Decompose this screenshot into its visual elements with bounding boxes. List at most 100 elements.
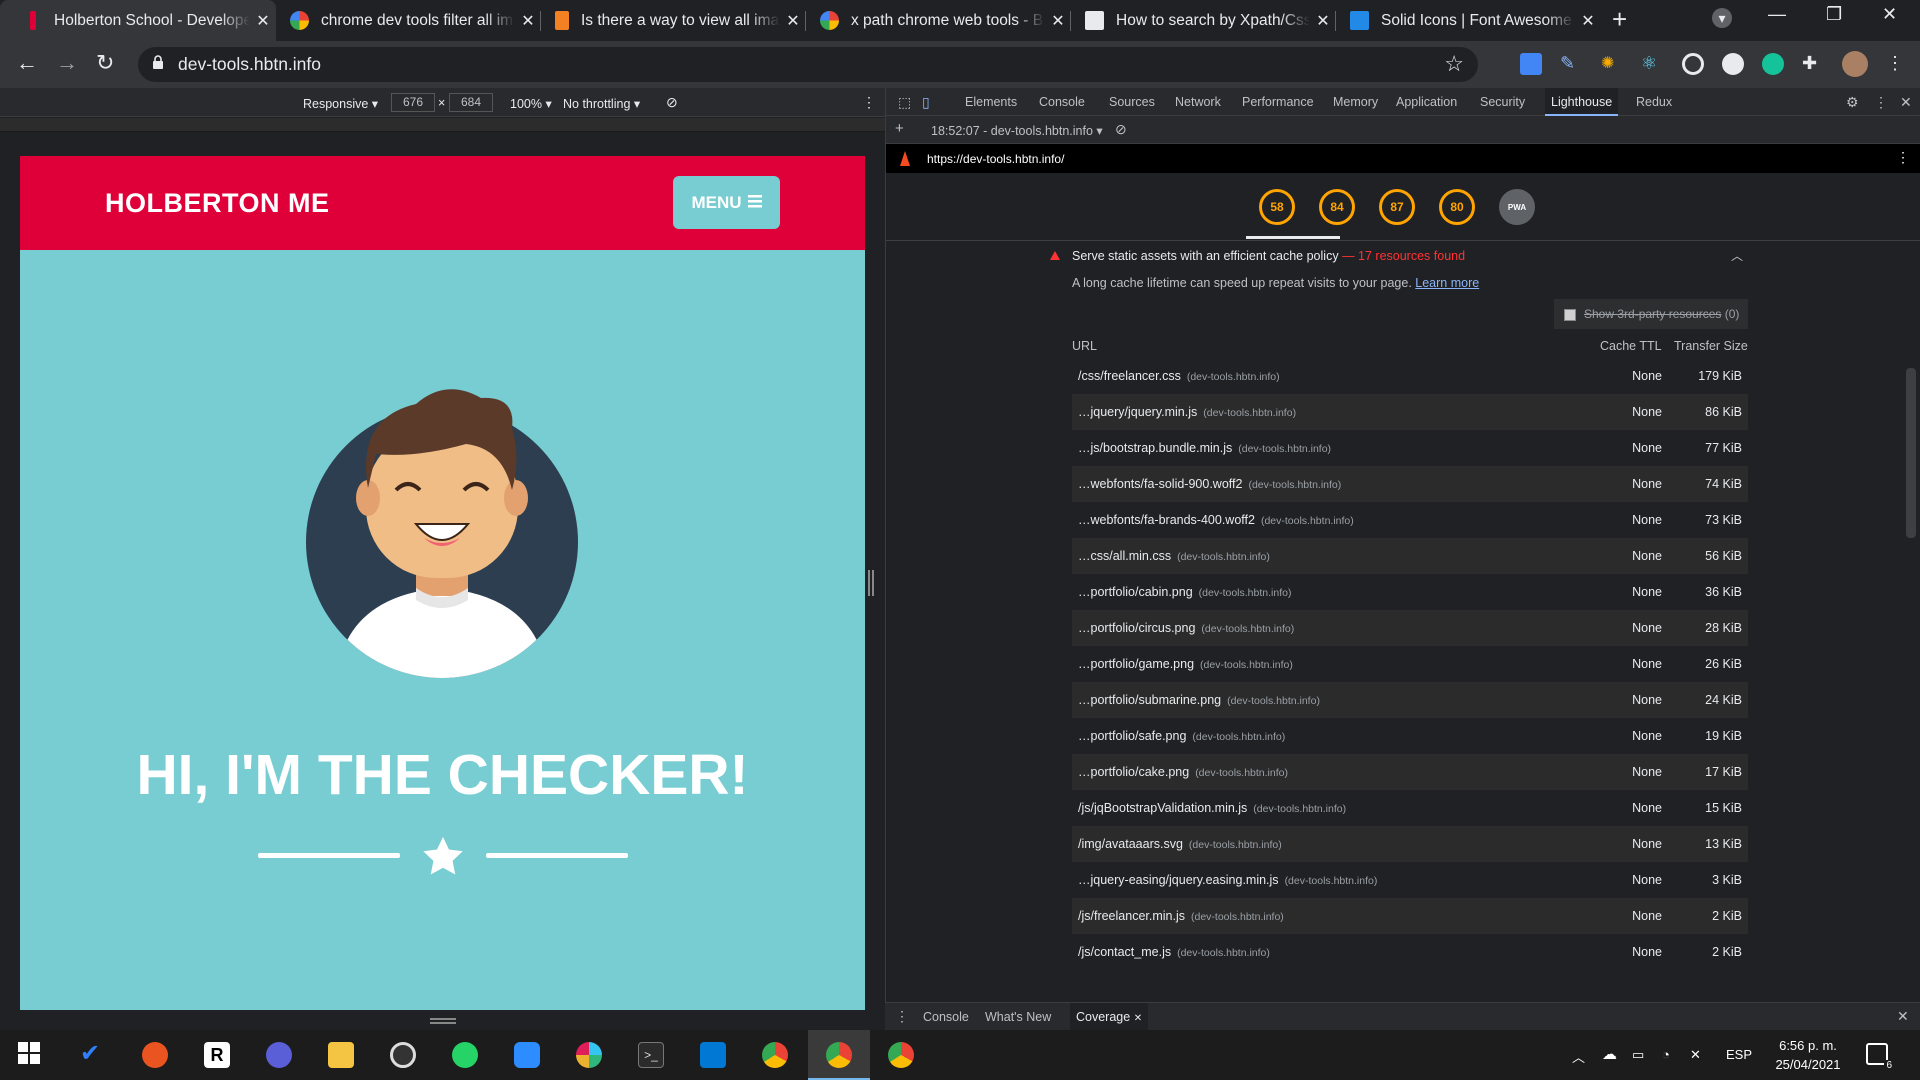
chevron-up-icon[interactable]: ︿ bbox=[1731, 247, 1743, 264]
best-practices-score-gauge[interactable]: 87 bbox=[1379, 189, 1415, 225]
rotate-icon[interactable]: ⊘ bbox=[666, 94, 678, 111]
viewport-resize-handle[interactable] bbox=[868, 570, 874, 596]
todo-check-icon[interactable]: ✔ bbox=[80, 1039, 106, 1067]
rstudio-icon[interactable]: R bbox=[204, 1042, 230, 1068]
reload-icon[interactable]: ↻ bbox=[96, 50, 114, 76]
third-party-filter[interactable]: Show 3rd-party resources (0) bbox=[1554, 299, 1748, 329]
inspect-element-icon[interactable]: ⬚ bbox=[892, 88, 917, 116]
tab-sources[interactable]: Sources bbox=[1103, 88, 1161, 116]
close-window-icon[interactable]: ✕ bbox=[1882, 4, 1897, 25]
report-url[interactable]: https://dev-tools.hbtn.info/ bbox=[927, 152, 1064, 166]
obs-icon[interactable] bbox=[390, 1042, 416, 1068]
tab-console[interactable]: Console bbox=[1033, 88, 1091, 116]
restore-icon[interactable]: ❐ bbox=[1826, 4, 1842, 25]
close-tab-icon[interactable]: ✕ bbox=[780, 11, 806, 31]
tab-font-awesome[interactable]: Solid Icons | Font Awesome ✕ bbox=[1336, 0, 1601, 41]
settings-gear-icon[interactable]: ⚙ bbox=[1840, 88, 1865, 116]
notification-center-icon[interactable]: 6 bbox=[1866, 1043, 1894, 1071]
volume-muted-icon[interactable]: ✕ bbox=[1690, 1047, 1701, 1063]
viewport-width-input[interactable]: 676 bbox=[391, 93, 435, 112]
onedrive-cloud-icon[interactable]: ☁ bbox=[1602, 1045, 1617, 1063]
resource-url[interactable]: …portfolio/safe.png (dev-tools.hbtn.info) bbox=[1078, 729, 1285, 743]
resource-url[interactable]: …portfolio/cabin.png (dev-tools.hbtn.info… bbox=[1078, 585, 1291, 599]
resource-url[interactable]: …portfolio/cake.png (dev-tools.hbtn.info) bbox=[1078, 765, 1288, 779]
report-menu-icon[interactable]: ⋮ bbox=[1896, 149, 1910, 166]
close-tab-icon[interactable]: ✕ bbox=[1045, 11, 1071, 31]
devtools-more-icon[interactable]: ⋮ bbox=[1868, 88, 1894, 116]
extensions-puzzle-icon[interactable]: ✚ bbox=[1802, 53, 1824, 75]
windows-start-icon[interactable] bbox=[18, 1042, 44, 1068]
tab-xpath[interactable]: x path chrome web tools - B ✕ bbox=[806, 0, 1071, 41]
resource-url[interactable]: /js/jqBootstrapValidation.min.js (dev-too… bbox=[1078, 801, 1346, 815]
chrome-canary-icon[interactable] bbox=[888, 1042, 914, 1068]
ubuntu-icon[interactable] bbox=[142, 1042, 168, 1068]
zoom-icon[interactable] bbox=[514, 1042, 540, 1068]
resource-url[interactable]: …js/bootstrap.bundle.min.js (dev-tools.hb… bbox=[1078, 441, 1331, 455]
minimize-icon[interactable]: — bbox=[1768, 4, 1786, 25]
close-drawer-icon[interactable]: ✕ bbox=[1897, 1008, 1909, 1025]
close-tab-icon[interactable]: ✕ bbox=[250, 11, 276, 31]
device-toolbar-toggle-icon[interactable]: ▯ bbox=[916, 88, 936, 116]
tab-search-xpath[interactable]: How to search by Xpath/Css ✕ bbox=[1071, 0, 1336, 41]
whatsapp-icon[interactable] bbox=[452, 1042, 478, 1068]
resource-url[interactable]: …jquery-easing/jquery.easing.min.js (dev-… bbox=[1078, 873, 1377, 887]
drawer-tab-coverage[interactable]: Coverage ✕ bbox=[1070, 1003, 1149, 1031]
resource-url[interactable]: …portfolio/circus.png (dev-tools.hbtn.inf… bbox=[1078, 621, 1294, 635]
site-brand[interactable]: HOLBERTON ME bbox=[105, 188, 330, 219]
drawer-menu-icon[interactable]: ⋮ bbox=[895, 1008, 909, 1025]
tab-memory[interactable]: Memory bbox=[1327, 88, 1384, 116]
input-language[interactable]: ESP bbox=[1726, 1047, 1752, 1062]
tab-network[interactable]: Network bbox=[1169, 88, 1227, 116]
profile-avatar[interactable] bbox=[1842, 51, 1868, 77]
back-icon[interactable]: ← bbox=[16, 50, 38, 76]
vscode-icon[interactable] bbox=[700, 1042, 726, 1068]
resource-url[interactable]: /js/contact_me.js (dev-tools.hbtn.info) bbox=[1078, 945, 1270, 959]
forward-icon[interactable]: → bbox=[56, 50, 78, 76]
battery-icon[interactable]: ▭ bbox=[1632, 1047, 1644, 1063]
audit-title[interactable]: Serve static assets with an efficient ca… bbox=[1072, 249, 1465, 263]
bug-extension-icon[interactable]: ✺ bbox=[1601, 53, 1623, 75]
device-more-icon[interactable]: ⋮ bbox=[862, 94, 876, 111]
target-extension-icon[interactable] bbox=[1682, 53, 1704, 75]
chrome-icon[interactable] bbox=[762, 1042, 788, 1068]
resource-url[interactable]: /js/freelancer.min.js (dev-tools.hbtn.inf… bbox=[1078, 909, 1284, 923]
tab-performance[interactable]: Performance bbox=[1236, 88, 1320, 116]
tab-security[interactable]: Security bbox=[1474, 88, 1531, 116]
tab-lighthouse[interactable]: Lighthouse bbox=[1545, 88, 1619, 116]
zoom-dropdown[interactable]: 100% ▾ bbox=[510, 96, 552, 111]
wifi-icon[interactable]: ◔ bbox=[1662, 1047, 1670, 1062]
throttling-dropdown[interactable]: No throttling ▾ bbox=[563, 96, 640, 111]
viewport-height-input[interactable]: 684 bbox=[449, 93, 493, 112]
tab-search-icon[interactable]: ▾ bbox=[1712, 8, 1732, 28]
clock[interactable]: 6:56 p. m. 25/04/2021 bbox=[1768, 1036, 1848, 1074]
third-party-checkbox[interactable] bbox=[1564, 309, 1576, 321]
drawer-tab-console[interactable]: Console bbox=[923, 1010, 969, 1024]
report-selector[interactable]: 18:52:07 - dev-tools.hbtn.info ▾ bbox=[931, 123, 1103, 138]
resource-url[interactable]: /css/freelancer.css (dev-tools.hbtn.info) bbox=[1078, 369, 1280, 383]
close-tab-icon[interactable]: ✕ bbox=[1310, 11, 1336, 31]
close-tab-icon[interactable]: ✕ bbox=[515, 11, 541, 31]
resource-url[interactable]: /img/avataaars.svg (dev-tools.hbtn.info) bbox=[1078, 837, 1282, 851]
new-report-plus-icon[interactable]: + bbox=[895, 120, 904, 137]
close-devtools-icon[interactable]: ✕ bbox=[1894, 88, 1918, 116]
clear-reports-icon[interactable]: ⊘ bbox=[1115, 121, 1127, 138]
resource-url[interactable]: …jquery/jquery.min.js (dev-tools.hbtn.inf… bbox=[1078, 405, 1296, 419]
translate-extension-icon[interactable] bbox=[1520, 53, 1542, 75]
resource-url[interactable]: …css/all.min.css (dev-tools.hbtn.info) bbox=[1078, 549, 1270, 563]
viewport-resize-handle-bottom[interactable] bbox=[430, 1018, 456, 1024]
tab-chrome-dev-tools[interactable]: chrome dev tools filter all im ✕ bbox=[276, 0, 541, 41]
tab-redux[interactable]: Redux bbox=[1630, 88, 1678, 116]
tray-chevron-icon[interactable]: ︿ bbox=[1572, 1047, 1585, 1066]
chrome-profile-icon[interactable] bbox=[826, 1042, 852, 1068]
pwa-badge[interactable]: PWA bbox=[1499, 189, 1535, 225]
resource-url[interactable]: …webfonts/fa-brands-400.woff2 (dev-tools.… bbox=[1078, 513, 1354, 527]
chrome-menu-icon[interactable]: ⋮ bbox=[1886, 53, 1904, 74]
menu-button[interactable]: MENU bbox=[673, 176, 780, 229]
new-tab-icon[interactable]: + bbox=[1612, 4, 1627, 35]
resource-url[interactable]: …portfolio/game.png (dev-tools.hbtn.info) bbox=[1078, 657, 1293, 671]
performance-score-gauge[interactable]: 58 bbox=[1259, 189, 1295, 225]
devtools-scrollbar[interactable] bbox=[1906, 368, 1916, 538]
tab-application[interactable]: Application bbox=[1390, 88, 1463, 116]
terminal-icon[interactable]: >_ bbox=[638, 1042, 664, 1068]
close-coverage-icon[interactable]: ✕ bbox=[1134, 1013, 1142, 1024]
